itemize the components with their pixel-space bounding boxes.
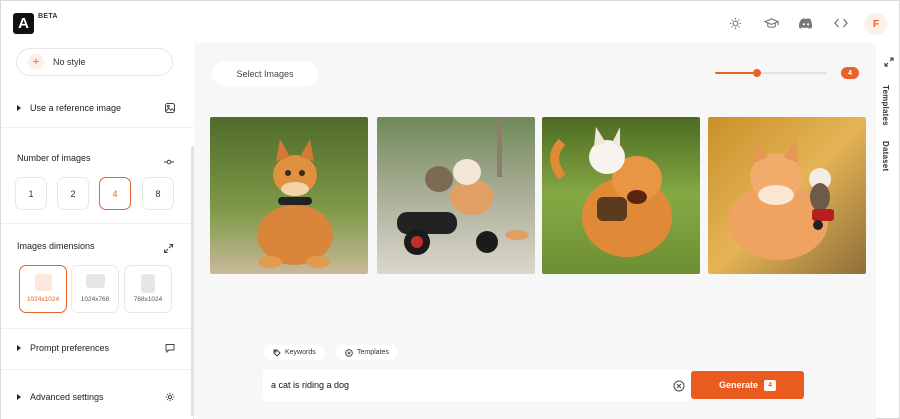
images-count-8[interactable]: 8	[142, 177, 174, 210]
number-of-images-label: Number of images	[17, 153, 91, 163]
cat-image	[210, 117, 368, 274]
image-icon	[163, 101, 177, 115]
beta-badge: BETA	[38, 13, 58, 20]
templates-chip[interactable]: Templates	[336, 345, 398, 360]
portrait-shape	[141, 274, 155, 293]
dimension-1024x768[interactable]: 1024x768	[71, 265, 119, 313]
app-window: A BETA F + No style Use a reference imag…	[0, 0, 900, 419]
reference-image-label: Use a reference image	[30, 103, 122, 113]
sun-icon[interactable]	[727, 15, 743, 31]
cat-riding-cat-image	[542, 117, 700, 274]
generated-image-3[interactable]	[542, 117, 700, 274]
advanced-settings-toggle[interactable]: Advanced settings	[17, 389, 177, 405]
dimension-label: 768x1024	[133, 296, 163, 303]
sidebar-divider	[1, 127, 193, 128]
style-selector-button[interactable]: + No style	[16, 48, 173, 76]
square-shape	[34, 274, 52, 291]
sidebar-divider	[1, 328, 193, 329]
expand-icon	[164, 240, 173, 258]
landscape-shape	[85, 274, 105, 288]
template-icon	[345, 348, 353, 357]
dimension-1024x1024[interactable]: 1024x1024	[19, 265, 67, 313]
generated-image-4[interactable]	[708, 117, 866, 274]
chat-bubble-icon	[163, 341, 177, 355]
code-icon[interactable]	[833, 15, 849, 31]
main-canvas: Select Images 4 Keywords Templates a cat…	[194, 43, 876, 419]
caret-right-icon	[17, 345, 21, 351]
reference-image-toggle[interactable]: Use a reference image	[17, 100, 177, 116]
sidebar-divider	[1, 223, 193, 224]
gear-icon	[163, 390, 177, 404]
caret-right-icon	[17, 105, 21, 111]
commit-icon	[164, 153, 174, 171]
generated-image-2[interactable]	[377, 117, 535, 274]
slider-fill	[715, 72, 757, 74]
slider-handle[interactable]	[753, 69, 761, 77]
keywords-chip[interactable]: Keywords	[264, 345, 325, 360]
caret-right-icon	[17, 394, 21, 400]
prompt-preferences-toggle[interactable]: Prompt preferences	[17, 340, 177, 356]
generate-button[interactable]: Generate 4	[691, 371, 804, 399]
prompt-input[interactable]: a cat is riding a dog	[263, 369, 691, 401]
dimension-label: 1024x1024	[26, 296, 60, 303]
fullscreen-icon[interactable]	[884, 54, 894, 67]
generated-image-1[interactable]	[210, 117, 368, 274]
sidebar-divider	[1, 369, 193, 370]
images-count-2[interactable]: 2	[57, 177, 89, 210]
dataset-tab[interactable]: Dataset	[881, 141, 890, 171]
generate-label: Generate	[718, 380, 759, 390]
image-count-slider[interactable]	[715, 69, 827, 77]
discord-icon[interactable]	[798, 15, 814, 31]
images-count-4[interactable]: 4	[99, 177, 131, 210]
dimension-label: 1024x768	[80, 296, 110, 303]
templates-label: Templates	[357, 349, 389, 356]
app-logo[interactable]: A	[13, 13, 34, 34]
graduation-cap-icon[interactable]	[763, 15, 779, 31]
slider-value-badge: 4	[841, 67, 859, 79]
cat-scooter-image	[377, 117, 535, 274]
select-images-button[interactable]: Select Images	[212, 61, 318, 86]
templates-tab[interactable]: Templates	[881, 85, 890, 126]
keywords-label: Keywords	[285, 349, 316, 356]
images-dimensions-label: Images dimensions	[17, 241, 95, 251]
dimension-768x1024[interactable]: 768x1024	[124, 265, 172, 313]
settings-sidebar: + No style Use a reference image Number …	[1, 43, 193, 419]
plus-icon: +	[28, 54, 44, 70]
clear-icon[interactable]	[673, 379, 685, 392]
generate-count-badge: 4	[764, 379, 777, 391]
advanced-settings-label: Advanced settings	[30, 392, 104, 402]
tag-icon	[273, 349, 281, 357]
prompt-preferences-label: Prompt preferences	[30, 343, 110, 353]
user-avatar[interactable]: F	[865, 13, 887, 35]
fluffy-cat-kitten-image	[708, 117, 866, 274]
prompt-text: a cat is riding a dog	[271, 380, 350, 390]
images-count-1[interactable]: 1	[15, 177, 47, 210]
style-label: No style	[53, 57, 86, 67]
